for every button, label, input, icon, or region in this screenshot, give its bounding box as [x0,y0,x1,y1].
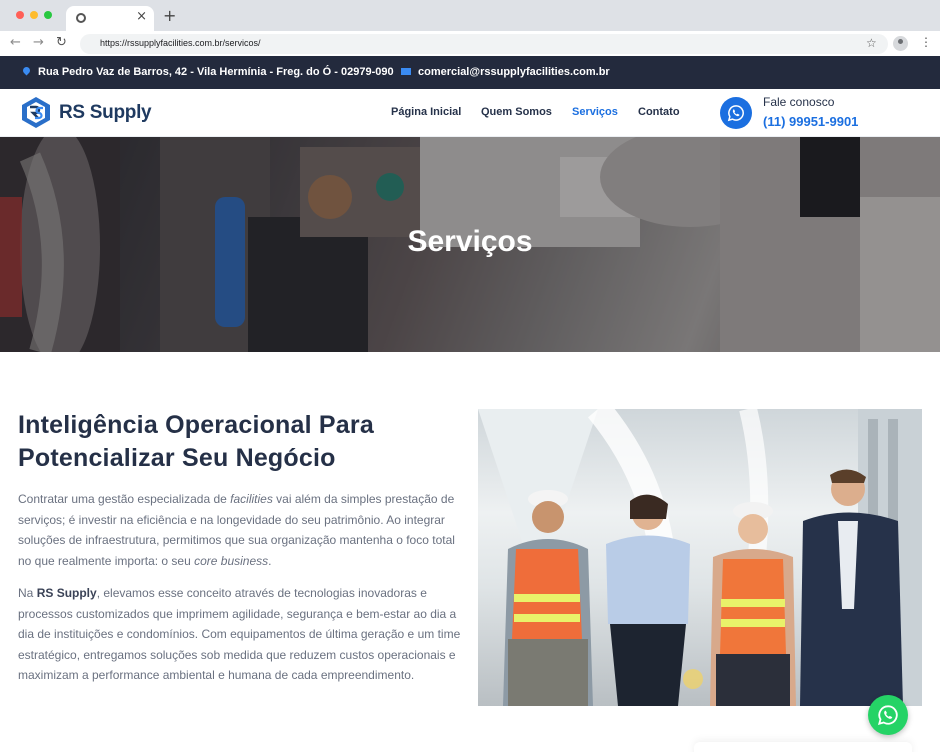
company-paragraph: Na RS Supply, elevamos esse conceito atr… [18,586,461,682]
email-link[interactable]: comercial@rssupplyfacilities.com.br [418,66,610,78]
nav-link-servicos[interactable]: Serviços [572,106,618,118]
profile-avatar-icon[interactable] [893,36,908,51]
floating-whatsapp-button[interactable] [868,695,908,735]
header-whatsapp-button[interactable] [720,97,752,129]
whatsapp-icon [727,105,744,122]
chrome-favicon-icon [76,13,86,23]
bottom-card [694,742,912,752]
map-pin-icon [21,65,32,76]
forward-arrow-icon[interactable]: → [33,35,44,50]
section-heading: Inteligência Operacional Para Potenciali… [18,411,374,472]
window-maximize-button[interactable] [44,11,52,19]
rs-supply-logo-icon[interactable] [20,96,52,129]
envelope-icon [401,68,411,75]
logo-text[interactable]: RS Supply [59,102,152,124]
nav-link-contato[interactable]: Contato [638,106,680,118]
site-header: RS Supply Página Inicial Quem Somos Serv… [0,89,940,137]
tab-close-icon[interactable]: × [136,9,147,24]
browser-tab[interactable]: × [66,6,154,31]
bookmark-star-icon[interactable]: ☆ [866,36,877,50]
intro-paragraph: Contratar uma gestão especializada de fa… [18,492,455,568]
back-arrow-icon[interactable]: ← [10,35,21,50]
contact-label: Fale conosco [763,95,835,109]
email-info[interactable]: comercial@rssupplyfacilities.com.br [401,66,610,78]
browser-tab-strip: × + [0,0,940,31]
whatsapp-icon [877,705,898,726]
nav-link-pagina-inicial[interactable]: Página Inicial [391,106,461,118]
nav-link-quem-somos[interactable]: Quem Somos [481,106,552,118]
window-minimize-button[interactable] [30,11,38,19]
team-photo [478,409,922,706]
address-bar-url: https://rssupplyfacilities.com.br/servic… [100,38,261,48]
top-info-bar: Rua Pedro Vaz de Barros, 42 - Vila Hermí… [0,56,940,89]
hero-banner: Serviços [0,137,940,352]
address-bar[interactable]: https://rssupplyfacilities.com.br/servic… [80,34,888,54]
browser-toolbar: ← → ↻ https://rssupplyfacilities.com.br/… [0,31,940,56]
address-info: Rua Pedro Vaz de Barros, 42 - Vila Hermí… [21,65,394,78]
window-close-button[interactable] [16,11,24,19]
reload-icon[interactable]: ↻ [56,35,67,50]
browser-menu-icon[interactable]: ⋮ [920,35,932,49]
page-title: Serviços [407,225,533,258]
contact-phone-link[interactable]: (11) 99951-9901 [763,114,858,129]
new-tab-button[interactable]: + [163,6,176,25]
address-text: Rua Pedro Vaz de Barros, 42 - Vila Hermí… [38,66,394,78]
